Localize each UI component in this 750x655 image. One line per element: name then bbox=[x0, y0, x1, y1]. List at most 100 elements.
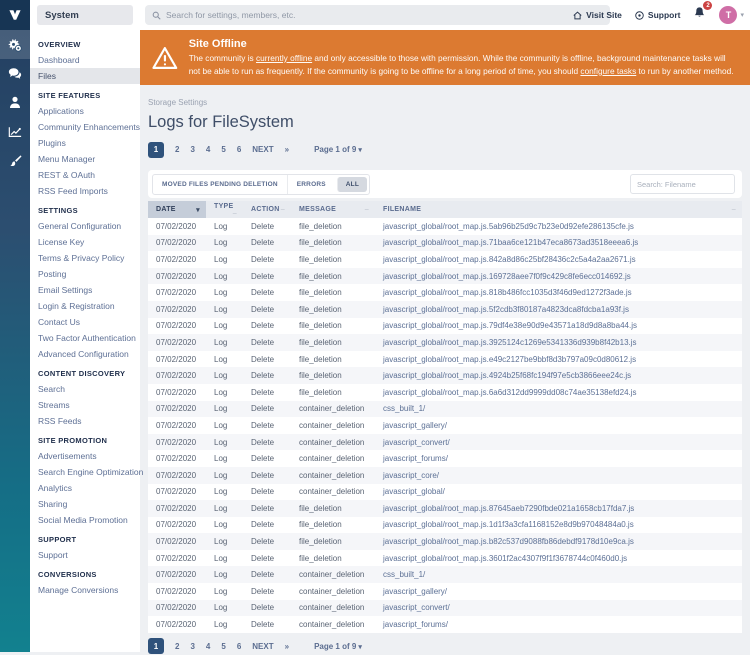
filter-tab-moved-files-pending-deletion[interactable]: MOVED FILES PENDING DELETION bbox=[153, 175, 287, 194]
sidebar-item-license-key[interactable]: License Key bbox=[30, 234, 140, 250]
column-header-filename[interactable]: FILENAME – bbox=[375, 201, 742, 218]
table-row: 07/02/2020 Log Delete file_deletion javascri… bbox=[148, 384, 742, 401]
next-page-button[interactable]: NEXT bbox=[252, 145, 273, 154]
sidebar-item-general-configuration[interactable]: General Configuration bbox=[30, 218, 140, 234]
sidebar-item-terms-privacy-policy[interactable]: Terms & Privacy Policy bbox=[30, 250, 140, 266]
sidebar-item-rss-feeds[interactable]: RSS Feeds bbox=[30, 413, 140, 429]
rail-item-person[interactable] bbox=[0, 88, 30, 117]
sidebar-item-sharing[interactable]: Sharing bbox=[30, 496, 140, 512]
column-header-action[interactable]: ACTION – bbox=[243, 201, 291, 218]
banner-title: Site Offline bbox=[188, 37, 247, 50]
sidebar-item-support[interactable]: Support bbox=[30, 547, 140, 563]
date-cell: 07/02/2020 bbox=[156, 387, 197, 397]
action-cell: Delete bbox=[251, 620, 275, 630]
sidebar-item-social-media-promotion[interactable]: Social Media Promotion bbox=[30, 512, 140, 528]
page-button-1[interactable]: 1 bbox=[148, 141, 164, 158]
sidebar-item-analytics[interactable]: Analytics bbox=[30, 480, 140, 496]
page-jump-dropdown[interactable]: Page 1 of 9 ▾ bbox=[314, 642, 362, 651]
banner-link[interactable]: currently offline bbox=[256, 53, 312, 63]
message-cell: file_deletion bbox=[299, 321, 342, 331]
banner-link[interactable]: configure tasks bbox=[580, 66, 636, 76]
notifications-button[interactable]: 2 bbox=[693, 1, 713, 24]
filter-tab-errors[interactable]: ERRORS bbox=[286, 174, 335, 194]
date-cell: 07/02/2020 bbox=[148, 566, 206, 584]
sidebar-item-contact-us[interactable]: Contact Us bbox=[30, 314, 140, 330]
rail-item-gears[interactable] bbox=[0, 30, 30, 59]
warning-triangle-icon bbox=[152, 46, 178, 69]
page-title: Logs for FileSystem bbox=[148, 113, 294, 131]
filename-cell: css_built_1/ bbox=[375, 400, 742, 418]
message-cell: file_deletion bbox=[291, 300, 375, 318]
last-page-button[interactable]: » bbox=[285, 642, 289, 651]
account-menu[interactable]: T ▾ bbox=[719, 6, 744, 24]
table-row: 07/02/2020 Log Delete file_deletion javascri… bbox=[148, 218, 742, 235]
message-cell: file_deletion bbox=[299, 221, 342, 231]
date-cell: 07/02/2020 bbox=[156, 487, 197, 497]
rail-item-brush[interactable] bbox=[0, 146, 30, 175]
action-cell: Delete bbox=[243, 433, 291, 451]
table-row: 07/02/2020 Log Delete container_deletion css… bbox=[148, 566, 742, 584]
sidebar-item-applications[interactable]: Applications bbox=[30, 103, 140, 119]
date-cell: 07/02/2020 bbox=[148, 599, 206, 617]
page-button-2[interactable]: 2 bbox=[175, 642, 179, 651]
sidebar-item-community-enhancements[interactable]: Community Enhancements bbox=[30, 119, 140, 135]
date-cell: 07/02/2020 bbox=[156, 221, 197, 231]
next-page-button[interactable]: NEXT bbox=[252, 642, 273, 651]
sidebar-item-search-engine-optimization[interactable]: Search Engine Optimization bbox=[30, 464, 143, 480]
action-cell: Delete bbox=[243, 267, 291, 285]
sidebar-item-rss-feed-imports[interactable]: RSS Feed Imports bbox=[30, 183, 140, 199]
visit-site-link[interactable]: Visit Site bbox=[573, 10, 622, 20]
column-header-message[interactable]: MESSAGE – bbox=[291, 201, 375, 218]
page-button-6[interactable]: 6 bbox=[237, 145, 241, 154]
sidebar-item-search[interactable]: Search bbox=[30, 381, 140, 397]
support-link[interactable]: Support bbox=[635, 10, 680, 20]
filename-cell: javascript_global/root_map.js.169728aee7… bbox=[375, 267, 742, 285]
page-button-4[interactable]: 4 bbox=[206, 145, 210, 154]
sidebar-section-conversions: CONVERSIONS bbox=[38, 570, 97, 579]
rail-item-chart[interactable] bbox=[0, 117, 30, 146]
sidebar-item-advanced-configuration[interactable]: Advanced Configuration bbox=[30, 346, 140, 362]
page-button-5[interactable]: 5 bbox=[221, 145, 225, 154]
sidebar-item-posting[interactable]: Posting bbox=[30, 266, 140, 282]
message-cell: container_deletion bbox=[291, 599, 375, 617]
global-search-input[interactable] bbox=[166, 10, 586, 20]
sidebar-section-content-discovery: CONTENT DISCOVERY bbox=[38, 369, 126, 378]
column-header-type[interactable]: TYPE – bbox=[206, 201, 243, 218]
filename-search-input[interactable] bbox=[630, 174, 735, 194]
logs-table: DATE ▾ TYPE – ACTION – MESSAGE – FILENAME – 07/02… bbox=[148, 201, 742, 633]
table-row: 07/02/2020 Log Delete container_deletion jav… bbox=[148, 484, 742, 501]
sidebar-item-files[interactable]: Files bbox=[30, 68, 140, 84]
sidebar-item-two-factor-authentication[interactable]: Two Factor Authentication bbox=[30, 330, 140, 346]
sidebar-item-advertisements[interactable]: Advertisements bbox=[30, 448, 140, 464]
action-cell: Delete bbox=[243, 234, 291, 252]
sidebar-item-streams[interactable]: Streams bbox=[30, 397, 140, 413]
stats-icon bbox=[8, 126, 22, 138]
sort-icon: – bbox=[232, 209, 237, 217]
page-button-6[interactable]: 6 bbox=[237, 642, 241, 651]
action-cell: Delete bbox=[251, 487, 275, 497]
page-button-3[interactable]: 3 bbox=[190, 145, 194, 154]
sidebar-item-plugins[interactable]: Plugins bbox=[30, 135, 140, 151]
sidebar-item-rest-oauth[interactable]: REST & OAuth bbox=[30, 167, 140, 183]
rail-item-chat[interactable] bbox=[0, 59, 30, 88]
sidebar-item-email-settings[interactable]: Email Settings bbox=[30, 282, 140, 298]
filename-cell: javascript_core/ bbox=[375, 466, 742, 484]
page-button-2[interactable]: 2 bbox=[175, 145, 179, 154]
sidebar-item-menu-manager[interactable]: Menu Manager bbox=[30, 151, 140, 167]
invision-logo[interactable] bbox=[0, 0, 30, 30]
message-cell: container_deletion bbox=[299, 454, 365, 464]
breadcrumb[interactable]: Storage Settings bbox=[148, 98, 742, 107]
sidebar-item-login-registration[interactable]: Login & Registration bbox=[30, 298, 140, 314]
page-button-3[interactable]: 3 bbox=[190, 642, 194, 651]
page-button-5[interactable]: 5 bbox=[221, 642, 225, 651]
global-search[interactable] bbox=[145, 5, 610, 25]
filter-tab-all[interactable]: ALL bbox=[336, 176, 368, 192]
action-cell: Delete bbox=[243, 533, 291, 550]
page-jump-dropdown[interactable]: Page 1 of 9 ▾ bbox=[314, 145, 362, 154]
sidebar-item-dashboard[interactable]: Dashboard bbox=[30, 52, 140, 68]
sidebar-item-manage-conversions[interactable]: Manage Conversions bbox=[30, 582, 140, 598]
page-button-4[interactable]: 4 bbox=[206, 642, 210, 651]
column-header-date[interactable]: DATE ▾ bbox=[148, 201, 206, 218]
last-page-button[interactable]: » bbox=[285, 145, 289, 154]
filter-tabs: MOVED FILES PENDING DELETION ERRORS ALL bbox=[152, 173, 371, 195]
